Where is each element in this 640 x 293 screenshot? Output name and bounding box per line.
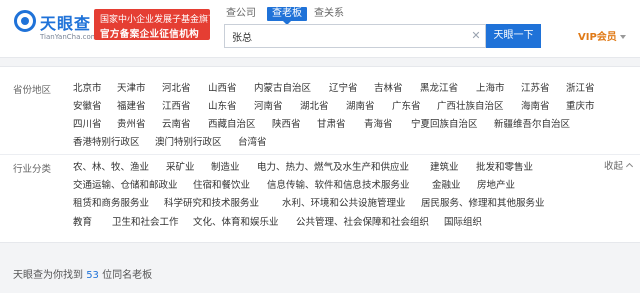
region-option[interactable]: 河南省 [254,100,283,113]
clear-icon[interactable]: ✕ [469,29,483,43]
region-option[interactable]: 吉林省 [374,82,403,95]
result-count: 53 [86,270,99,281]
region-option[interactable]: 湖北省 [300,100,329,113]
region-option[interactable]: 上海市 [476,82,505,95]
region-option[interactable]: 福建省 [117,100,146,113]
banner-line-1: 国家中小企业发展子基金旗下 [100,15,218,25]
region-option[interactable]: 陕西省 [272,118,301,131]
region-option[interactable]: 广东省 [392,100,421,113]
region-option[interactable]: 香港特别行政区 [73,136,140,149]
industry-option[interactable]: 文化、体育和娱乐业 [193,216,279,229]
tab-relation[interactable]: 查关系 [314,7,344,21]
vip-member-menu[interactable]: VIP会员 [578,28,626,43]
eye-logo-icon [14,10,36,32]
industry-option[interactable]: 信息传输、软件和信息技术服务业 [267,179,410,192]
industry-option[interactable]: 国际组织 [444,216,482,229]
vip-label: VIP会员 [578,32,617,43]
region-option[interactable]: 澳门特别行政区 [155,136,222,149]
logo-name: 天眼查 [40,14,92,33]
region-option[interactable]: 云南省 [162,118,191,131]
region-option[interactable]: 新疆维吾尔自治区 [494,118,570,131]
region-option[interactable]: 辽宁省 [329,82,358,95]
industry-option[interactable]: 居民服务、修理和其他服务业 [421,197,545,210]
region-option[interactable]: 安徽省 [73,100,102,113]
search-input[interactable] [225,25,465,47]
logo-domain: TianYanCha.com [40,33,98,41]
region-filter-label: 省份地区 [13,85,52,96]
banner-line-2: 官方备案企业征信机构 [100,29,200,40]
region-option[interactable]: 浙江省 [566,82,595,95]
industry-option[interactable]: 交通运输、仓储和邮政业 [73,179,178,192]
region-option[interactable]: 贵州省 [117,118,146,131]
search-box: ✕ [224,24,486,48]
industry-option[interactable]: 采矿业 [166,161,195,174]
region-option[interactable]: 北京市 [73,82,102,95]
region-option[interactable]: 海南省 [521,100,550,113]
search-button[interactable]: 天眼一下 [486,24,541,48]
tab-boss[interactable]: 查老板 [267,7,307,25]
region-option[interactable]: 西藏自治区 [208,118,256,131]
region-option[interactable]: 天津市 [117,82,146,95]
region-option[interactable]: 黑龙江省 [420,82,458,95]
tab-company[interactable]: 查公司 [226,7,256,21]
region-option[interactable]: 江苏省 [521,82,550,95]
industry-option[interactable]: 金融业 [432,179,461,192]
result-prefix: 天眼查为你找到 [13,270,83,281]
industry-option[interactable]: 批发和零售业 [476,161,533,174]
region-option[interactable]: 重庆市 [566,100,595,113]
region-option[interactable]: 台湾省 [238,136,267,149]
collapse-label: 收起 [604,161,624,172]
region-option[interactable]: 河北省 [162,82,191,95]
top-header: 天眼查 TianYanCha.com 国家中小企业发展子基金旗下 官方备案企业征… [0,0,640,58]
industry-option[interactable]: 制造业 [211,161,240,174]
industry-option[interactable]: 建筑业 [430,161,459,174]
caret-down-icon [619,35,626,39]
result-suffix: 位同名老板 [102,270,153,281]
industry-option[interactable]: 房地产业 [477,179,515,192]
industry-option[interactable]: 农、林、牧、渔业 [73,161,149,174]
region-option[interactable]: 山东省 [208,100,237,113]
industry-option[interactable]: 租赁和商务服务业 [73,197,149,210]
chevron-up-icon [625,162,634,171]
filter-divider [0,154,640,155]
industry-filter-label: 行业分类 [13,164,52,175]
region-option[interactable]: 广西壮族自治区 [437,100,504,113]
region-option[interactable]: 青海省 [364,118,393,131]
collapse-toggle[interactable]: 收起 [604,158,634,172]
region-option[interactable]: 宁夏回族自治区 [411,118,478,131]
industry-option[interactable]: 教育 [73,216,92,229]
promo-banner: 国家中小企业发展子基金旗下 官方备案企业征信机构 [94,9,217,40]
region-option[interactable]: 内蒙古自治区 [254,82,311,95]
industry-option[interactable]: 科学研究和技术服务业 [164,197,259,210]
industry-option[interactable]: 卫生和社会工作 [112,216,179,229]
industry-option[interactable]: 电力、热力、燃气及水生产和供应业 [257,161,409,174]
filter-panel: 省份地区 北京市 天津市 河北省 山西省 内蒙古自治区 辽宁省 吉林省 黑龙江省… [0,66,640,243]
region-option[interactable]: 湖南省 [346,100,375,113]
industry-option[interactable]: 住宿和餐饮业 [193,179,250,192]
industry-option[interactable]: 公共管理、社会保障和社会组织 [296,216,429,229]
region-option[interactable]: 四川省 [73,118,102,131]
region-option[interactable]: 山西省 [208,82,237,95]
result-count-line: 天眼查为你找到 53 位同名老板 [13,266,152,281]
logo[interactable]: 天眼查 TianYanCha.com [14,8,98,46]
region-option[interactable]: 甘肃省 [317,118,346,131]
industry-option[interactable]: 水利、环境和公共设施管理业 [282,197,406,210]
region-option[interactable]: 江西省 [162,100,191,113]
